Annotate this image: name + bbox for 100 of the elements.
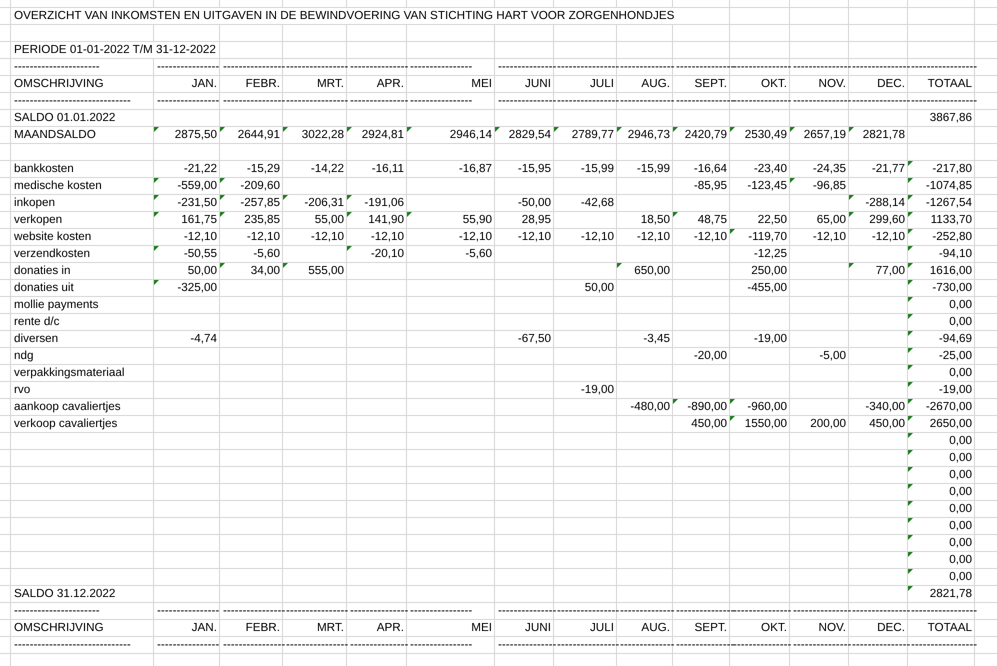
table-cell-text: -15,95 (516, 161, 552, 177)
dash-line: ---------------- (156, 93, 220, 109)
table-cell: 0,00 (908, 297, 975, 313)
row-label: verkopen (13, 212, 64, 228)
dash-line: ---------------- (222, 603, 283, 619)
dash-line: --------------- (497, 59, 554, 75)
table-cell-text: -23,40 (752, 161, 788, 177)
table-cell: 299,60 (849, 212, 908, 228)
dash-line: ---------------- (285, 603, 347, 619)
table-cell-text: -123,45 (746, 178, 788, 194)
column-heading: SEPT. (694, 76, 728, 92)
table-cell-text: -50,00 (516, 195, 552, 211)
table-cell: -325,00 (154, 280, 220, 296)
table-cell-text: -14,22 (310, 161, 345, 177)
column-heading: TOTAAL (926, 76, 973, 92)
column-heading: SEPT. (694, 620, 728, 636)
column-heading: JUNI (524, 76, 552, 92)
row-label: SALDO 01.01.2022 (13, 110, 116, 126)
table-cell: 555,00 (283, 263, 347, 279)
table-cell-text: -480,00 (629, 399, 671, 415)
dash-line: ---------------- (409, 637, 474, 653)
dash-line: ---------------- (222, 93, 283, 109)
dash-line: ------------------------------ (13, 637, 132, 653)
dash-line: --------------- (349, 93, 407, 109)
table-cell: 55,90 (407, 212, 495, 228)
table-cell: 0,00 (908, 484, 975, 500)
column-heading: MRT. (316, 620, 345, 636)
table-cell: -209,60 (220, 178, 283, 194)
dash-line: ---------------- (409, 603, 474, 619)
table-cell-text: 3867,86 (928, 110, 973, 126)
dash-line: --------------- (851, 603, 908, 619)
table-cell: -94,10 (908, 246, 975, 262)
dash-line: --------------- (497, 637, 554, 653)
row-label: MAANDSALDO (13, 127, 97, 143)
table-cell: 34,00 (220, 263, 283, 279)
table-cell: 2644,91 (220, 127, 283, 143)
table-cell-text: 250,00 (750, 263, 788, 279)
dash-line: --------------- (349, 603, 407, 619)
table-cell: -960,00 (730, 399, 790, 415)
table-cell-text: -5,60 (252, 246, 281, 262)
dash-line: ---------------- (156, 59, 220, 75)
table-cell: 2924,81 (347, 127, 407, 143)
dash-line: ---------------------- (13, 59, 101, 75)
table-cell: 0,00 (908, 433, 975, 449)
table-cell: 1133,70 (908, 212, 975, 228)
dash-line: --------------- (349, 637, 407, 653)
table-cell-text: -455,00 (746, 280, 788, 296)
table-cell: -19,00 (908, 382, 975, 398)
table-cell: -94,69 (908, 331, 975, 347)
dash-line: --------------- (497, 603, 554, 619)
column-heading: APR. (376, 620, 405, 636)
table-cell-text: -42,68 (580, 195, 615, 211)
column-heading: OKT. (760, 620, 788, 636)
dash-line: --------------- (792, 93, 849, 109)
table-cell-text: -12,10 (636, 229, 671, 245)
table-cell-text: -15,29 (246, 161, 281, 177)
table-cell-text: -5,60 (464, 246, 493, 262)
table-cell: 0,00 (908, 450, 975, 466)
table-cell: 0,00 (908, 569, 975, 585)
table-cell-text: -21,22 (182, 161, 218, 177)
table-cell: -1267,54 (908, 195, 975, 211)
table-cell: -559,00 (154, 178, 220, 194)
table-cell-text: 450,00 (690, 416, 728, 432)
dash-line: ---------------- (556, 93, 617, 109)
dash-line: --------------- (792, 603, 849, 619)
table-cell: -288,14 (849, 195, 908, 211)
dash-line: -------------- (619, 59, 673, 75)
table-cell-text: -19,00 (752, 331, 788, 347)
table-cell-text: -85,95 (692, 178, 728, 194)
table-cell: 0,00 (908, 552, 975, 568)
table-cell-text: -12,10 (182, 229, 218, 245)
column-heading: AUG. (640, 76, 671, 92)
table-cell-text: -12,10 (812, 229, 847, 245)
dash-line: ---------------- (556, 637, 617, 653)
table-cell: -2670,00 (908, 399, 975, 415)
table-cell-text: 50,00 (584, 280, 615, 296)
row-label: rente d/c (13, 314, 60, 330)
dash-line: ----------------- (910, 637, 975, 653)
dash-line: ---------------- (156, 603, 220, 619)
table-cell-text: -20,00 (692, 348, 728, 364)
dash-line: --------------- (851, 59, 908, 75)
dash-line: ---------------- (222, 637, 283, 653)
row-label: website kosten (13, 229, 92, 245)
row-label: rvo (13, 382, 32, 398)
table-cell-text: -3,45 (642, 331, 671, 347)
column-heading: OMSCHRIJVING (13, 76, 105, 92)
column-heading: MEI (470, 76, 493, 92)
row-label: diversen (13, 331, 60, 347)
dash-line: ---------------- (285, 93, 347, 109)
table-cell-text: -5,00 (818, 348, 847, 364)
dash-line: ---------------- (156, 637, 220, 653)
row-label: verkoop cavaliertjes (13, 416, 118, 432)
table-cell: -217,80 (908, 161, 975, 177)
table-cell: 1550,00 (730, 416, 790, 432)
dash-line: ----------------- (910, 93, 975, 109)
table-cell: 77,00 (849, 263, 908, 279)
dash-line: ------------------------------ (13, 93, 132, 109)
table-cell: 650,00 (617, 263, 673, 279)
table-cell-text: -16,87 (458, 161, 493, 177)
table-cell: 0,00 (908, 535, 975, 551)
